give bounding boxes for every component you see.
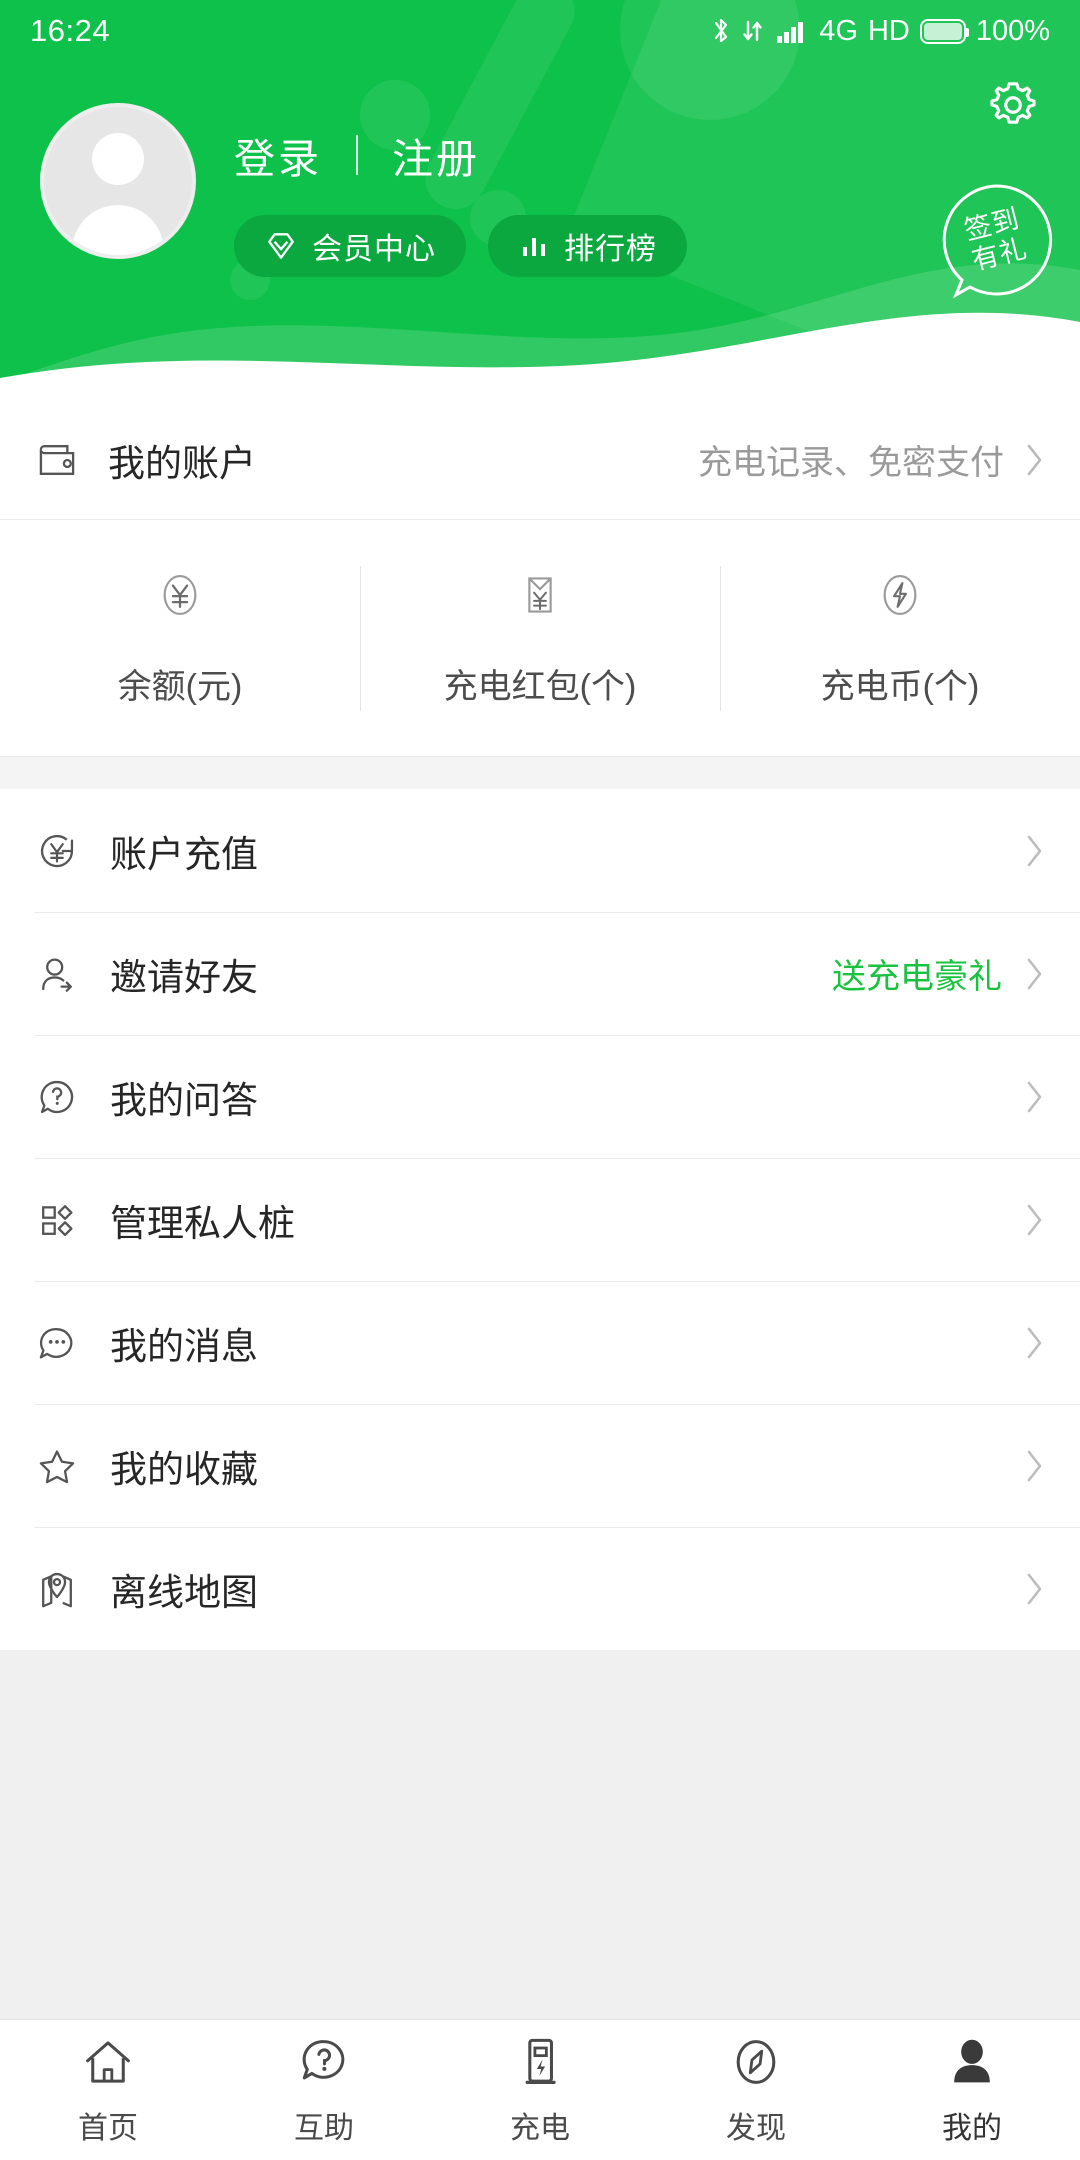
chevron-right-icon xyxy=(1027,1204,1042,1235)
menu-item-recharge[interactable]: 账户充值 xyxy=(0,789,1080,912)
avatar-placeholder-icon xyxy=(92,133,144,185)
yuan-circle-icon xyxy=(163,575,197,615)
recharge-icon xyxy=(40,834,74,867)
battery-icon xyxy=(919,18,969,44)
app-screen: 16:24 4G HD 100% 登录 注册 会员中心 排行榜 签到 有礼 我的… xyxy=(0,0,1080,2160)
volte-label: HD xyxy=(867,14,910,47)
signal-bars-icon xyxy=(777,22,804,43)
invite-user-icon xyxy=(42,957,72,992)
message-bubble-icon xyxy=(39,1327,73,1359)
chevron-right-icon xyxy=(1027,958,1042,989)
bar-chart-icon xyxy=(523,238,545,256)
compass-icon xyxy=(736,2039,776,2084)
chevron-right-icon xyxy=(1027,835,1042,866)
checkin-reward-button[interactable]: 签到 有礼 xyxy=(934,178,1058,302)
settings-button[interactable] xyxy=(978,70,1048,140)
my-account-label: 我的账户 xyxy=(108,442,256,484)
stat-balance-label: 余额(元) xyxy=(117,668,243,706)
network-type-label: 4G xyxy=(819,14,858,47)
stat-balance[interactable]: 余额(元) xyxy=(0,566,360,711)
nav-item-label: 互助 xyxy=(294,2111,354,2145)
menu-item-my-favorites[interactable]: 我的收藏 xyxy=(0,1404,1080,1527)
menu-item-my-qa[interactable]: 我的问答 xyxy=(0,1035,1080,1158)
star-icon xyxy=(39,1449,75,1483)
chevron-right-icon xyxy=(1027,444,1042,475)
status-bar-clock: 16:24 xyxy=(30,13,111,48)
menu-list: 账户充值 邀请好友 送充电豪礼 我的问答 管理私人桩 我的消息 我的收藏 离线地… xyxy=(0,789,1080,1650)
status-bar: 16:24 4G HD 100% xyxy=(0,0,1080,62)
menu-item-label: 我的问答 xyxy=(110,1079,258,1121)
member-center-label: 会员中心 xyxy=(312,233,436,266)
home-icon xyxy=(86,2040,130,2083)
nav-item-mutual-aid[interactable]: 互助 xyxy=(216,2034,432,2147)
nav-item-label: 我的 xyxy=(942,2111,1002,2145)
menu-item-invite-friends[interactable]: 邀请好友 送充电豪礼 xyxy=(0,912,1080,1035)
wallet-stats: 余额(元) 充电红包(个) 充电币(个) xyxy=(0,521,1080,756)
auth-row: 登录 注册 xyxy=(234,125,687,185)
menu-item-label: 离线地图 xyxy=(110,1571,258,1613)
question-bubble-icon xyxy=(302,2039,345,2079)
page-background-filler xyxy=(0,1650,1080,2020)
my-account-hint: 充电记录、免密支付 xyxy=(698,444,1004,482)
leaderboard-label: 排行榜 xyxy=(564,233,657,266)
menu-item-note: 送充电豪礼 xyxy=(832,958,1002,996)
gear-icon xyxy=(990,82,1036,124)
stat-red-packet-label: 充电红包(个) xyxy=(443,668,637,706)
header-pill-row: 会员中心 排行榜 xyxy=(234,215,687,277)
battery-percent-label: 100% xyxy=(975,14,1050,47)
menu-item-offline-map[interactable]: 离线地图 xyxy=(0,1527,1080,1650)
diamond-icon xyxy=(268,233,294,259)
data-transfer-icon xyxy=(743,20,762,42)
section-divider-band xyxy=(0,756,1080,790)
menu-item-my-messages[interactable]: 我的消息 xyxy=(0,1281,1080,1404)
chevron-right-icon xyxy=(1027,1573,1042,1604)
stat-red-packet[interactable]: 充电红包(个) xyxy=(360,566,720,711)
question-bubble-icon xyxy=(40,1080,74,1113)
nav-item-label: 首页 xyxy=(78,2111,138,2145)
menu-item-label: 邀请好友 xyxy=(110,956,258,998)
stat-coin[interactable]: 充电币(个) xyxy=(720,566,1080,711)
login-button[interactable]: 登录 xyxy=(234,125,322,185)
person-icon xyxy=(954,2039,990,2082)
my-account-row[interactable]: 我的账户 充电记录、免密支付 xyxy=(0,400,1080,520)
auth-separator xyxy=(356,135,358,175)
nav-item-label: 发现 xyxy=(726,2111,786,2145)
charging-pile-icon xyxy=(525,2038,556,2084)
nav-item-discover[interactable]: 发现 xyxy=(648,2034,864,2147)
register-button[interactable]: 注册 xyxy=(392,125,480,185)
leaderboard-button[interactable]: 排行榜 xyxy=(488,215,687,277)
red-packet-icon xyxy=(528,577,552,613)
stat-coin-label: 充电币(个) xyxy=(820,668,980,706)
nav-item-label: 充电 xyxy=(510,2111,570,2145)
profile-block: 登录 注册 会员中心 排行榜 xyxy=(40,103,687,277)
chevron-right-icon xyxy=(1027,1450,1042,1481)
bluetooth-icon xyxy=(715,18,728,43)
avatar[interactable] xyxy=(40,103,196,259)
offline-map-icon xyxy=(42,1572,72,1607)
wallet-icon xyxy=(39,444,75,475)
bottom-navigation: 首页 互助 充电 发现 我的 xyxy=(0,2019,1080,2160)
nav-item-charge[interactable]: 充电 xyxy=(432,2034,648,2147)
menu-item-manage-private-pile[interactable]: 管理私人桩 xyxy=(0,1158,1080,1281)
nav-item-home[interactable]: 首页 xyxy=(0,2034,216,2147)
menu-item-label: 我的消息 xyxy=(110,1325,258,1367)
nav-item-mine[interactable]: 我的 xyxy=(864,2034,1080,2147)
bolt-circle-icon xyxy=(883,575,917,615)
avatar-placeholder-body xyxy=(72,205,164,255)
menu-item-label: 账户充值 xyxy=(110,833,258,875)
chevron-right-icon xyxy=(1027,1327,1042,1358)
menu-item-label: 管理私人桩 xyxy=(110,1202,295,1244)
chevron-right-icon xyxy=(1027,1081,1042,1112)
menu-item-label: 我的收藏 xyxy=(110,1448,258,1490)
member-center-button[interactable]: 会员中心 xyxy=(234,215,466,277)
manage-pile-icon xyxy=(42,1204,73,1236)
